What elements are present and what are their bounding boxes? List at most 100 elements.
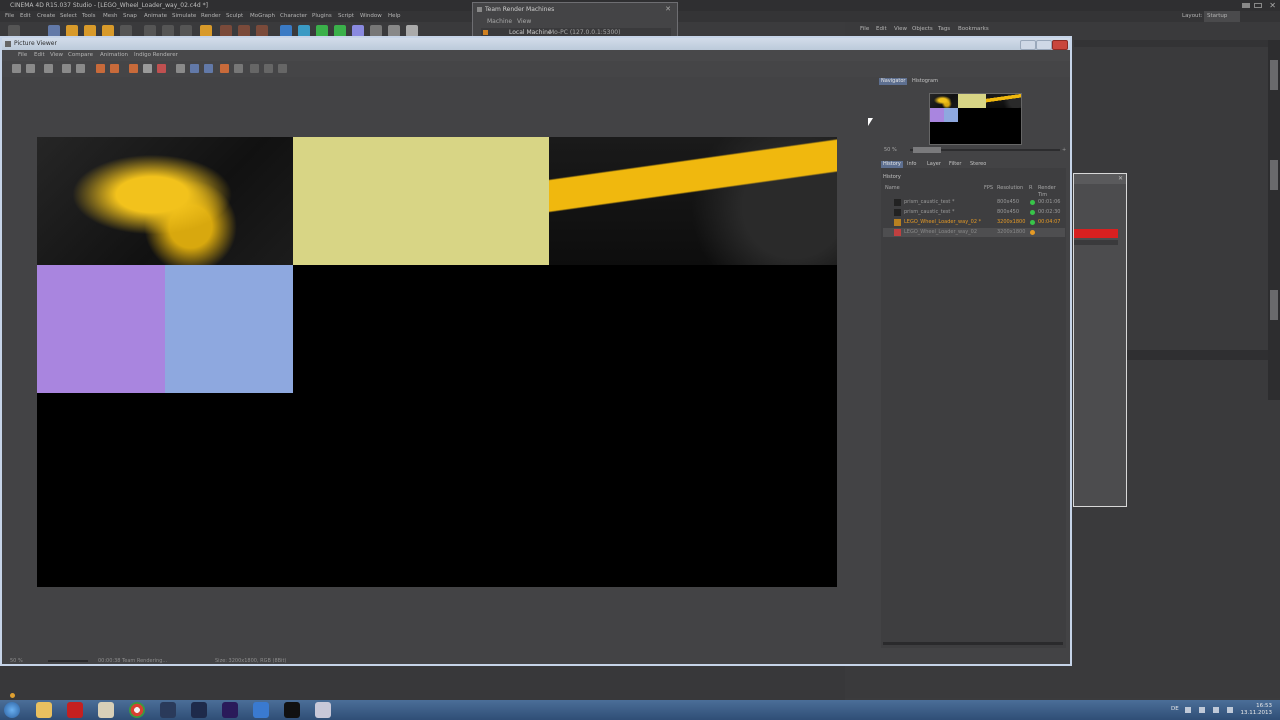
team-render-close-icon[interactable]: ✕ — [665, 5, 671, 13]
menu-help[interactable]: Help — [388, 11, 401, 22]
magnify-icon[interactable] — [76, 64, 85, 73]
play-icon[interactable] — [220, 64, 229, 73]
tab-info[interactable]: Info — [905, 161, 918, 168]
language-indicator[interactable]: DE — [1171, 706, 1179, 712]
pv-menu-view[interactable]: View — [50, 50, 63, 61]
history-row[interactable]: prism_caustic_test * 800x450 00:02:30 — [883, 208, 1065, 217]
fit-icon[interactable] — [62, 64, 71, 73]
menu-mograph[interactable]: MoGraph — [250, 11, 275, 22]
cinema4d-team-icon[interactable] — [191, 702, 207, 718]
history-row[interactable]: prism_caustic_test * 800x450 00:01:06 — [883, 198, 1065, 207]
tab-navigator[interactable]: Navigator — [879, 78, 908, 85]
ab-icon[interactable] — [264, 64, 273, 73]
history-row[interactable]: LEGO_Wheel_Loader_way_02 3200x1800 — [883, 228, 1065, 237]
render-canvas[interactable] — [37, 137, 837, 587]
chrome-icon[interactable] — [129, 702, 145, 718]
zoom-slider[interactable]: 50 % + — [882, 146, 1067, 154]
col-render-time[interactable]: Render Tim — [1038, 185, 1066, 199]
grid-icon[interactable] — [204, 64, 213, 73]
trm-menu-machine[interactable]: Machine — [487, 18, 512, 25]
menu-character[interactable]: Character — [280, 11, 307, 22]
taskbar-clock[interactable]: 16:53 13.11.2013 — [1241, 703, 1273, 717]
stop-render-icon[interactable] — [110, 64, 119, 73]
zoom-plus-icon[interactable]: + — [1062, 147, 1066, 153]
pv-menu-edit[interactable]: Edit — [34, 50, 45, 61]
col-r[interactable]: R — [1029, 185, 1032, 192]
menu-mesh[interactable]: Mesh — [103, 11, 117, 22]
app-icon[interactable] — [98, 702, 114, 718]
menu-plugins[interactable]: Plugins — [312, 11, 332, 22]
compare-b-icon[interactable] — [157, 64, 166, 73]
menu-create[interactable]: Create — [37, 11, 55, 22]
pv-menu-animation[interactable]: Animation — [100, 50, 128, 61]
om-menu-file[interactable]: File — [860, 24, 869, 35]
pv-menu-compare[interactable]: Compare — [68, 50, 93, 61]
menu-sculpt[interactable]: Sculpt — [226, 11, 243, 22]
pv-menu-file[interactable]: File — [18, 50, 27, 61]
after-effects-icon[interactable] — [222, 702, 238, 718]
minimize-icon[interactable] — [1242, 3, 1250, 8]
layout-dropdown[interactable]: Startup — [1204, 11, 1240, 22]
tray-icon-1[interactable] — [1185, 707, 1191, 713]
tab-layer[interactable]: Layer — [925, 161, 943, 168]
menu-file[interactable]: File — [5, 11, 14, 22]
terminal-icon[interactable] — [284, 702, 300, 718]
col-fps[interactable]: FPS — [984, 185, 993, 192]
om-menu-tags[interactable]: Tags — [938, 24, 950, 35]
save-icon[interactable] — [26, 64, 35, 73]
compare-a-icon[interactable] — [143, 64, 152, 73]
region-icon[interactable] — [129, 64, 138, 73]
start-button-icon[interactable] — [4, 702, 20, 718]
tab-stereo[interactable]: Stereo — [968, 161, 988, 168]
team-render-client-icon[interactable] — [315, 702, 331, 718]
explorer-icon[interactable] — [36, 702, 52, 718]
export-icon[interactable] — [278, 64, 287, 73]
menu-snap[interactable]: Snap — [123, 11, 137, 22]
cinema4d-icon[interactable] — [160, 702, 176, 718]
pv-close-button[interactable] — [1052, 40, 1068, 50]
zoom-icon[interactable] — [44, 64, 53, 73]
tray-icon-2[interactable] — [1199, 707, 1205, 713]
col-name[interactable]: Name — [885, 185, 900, 192]
pv-menu-indigo[interactable]: Indigo Renderer — [134, 50, 178, 61]
maximize-icon[interactable] — [1254, 3, 1262, 8]
palette-tab-2[interactable] — [1270, 160, 1278, 190]
om-menu-view[interactable]: View — [894, 24, 907, 35]
close-icon[interactable]: ✕ — [1269, 1, 1276, 10]
pv-minimize-button[interactable] — [1020, 40, 1036, 50]
col-resolution[interactable]: Resolution — [997, 185, 1023, 192]
network-icon[interactable] — [1213, 707, 1219, 713]
menu-render[interactable]: Render — [201, 11, 221, 22]
split-icon[interactable] — [190, 64, 199, 73]
menu-script[interactable]: Script — [338, 11, 354, 22]
channel-icon[interactable] — [176, 64, 185, 73]
tab-history[interactable]: History — [881, 161, 903, 168]
menu-select[interactable]: Select — [60, 11, 77, 22]
render-icon[interactable] — [96, 64, 105, 73]
om-menu-bookmarks[interactable]: Bookmarks — [958, 24, 989, 35]
volume-icon[interactable] — [1227, 707, 1233, 713]
tab-filter[interactable]: Filter — [947, 161, 963, 168]
palette-tab-3[interactable] — [1270, 290, 1278, 320]
palette-tab-1[interactable] — [1270, 60, 1278, 90]
floating-window-close-icon[interactable]: ✕ — [1118, 175, 1123, 182]
menu-edit[interactable]: Edit — [20, 11, 31, 22]
trm-menu-view[interactable]: View — [517, 18, 531, 25]
filezilla-icon[interactable] — [67, 702, 83, 718]
pv-maximize-button[interactable] — [1036, 40, 1052, 50]
step-icon[interactable] — [234, 64, 243, 73]
open-icon[interactable] — [12, 64, 21, 73]
menu-animate[interactable]: Animate — [144, 11, 167, 22]
om-menu-edit[interactable]: Edit — [876, 24, 887, 35]
history-row[interactable]: LEGO_Wheel_Loader_way_02 * 3200x1800 00:04… — [883, 218, 1065, 227]
skype-icon[interactable] — [253, 702, 269, 718]
navigator-thumbnail[interactable] — [929, 93, 1022, 145]
om-menu-objects[interactable]: Objects — [912, 24, 933, 35]
zoom-handle[interactable] — [913, 147, 941, 153]
history-scrollbar[interactable] — [883, 642, 1063, 645]
menu-window[interactable]: Window — [360, 11, 382, 22]
loop-icon[interactable] — [250, 64, 259, 73]
menu-simulate[interactable]: Simulate — [172, 11, 196, 22]
tab-histogram[interactable]: Histogram — [910, 78, 940, 85]
menu-tools[interactable]: Tools — [82, 11, 96, 22]
